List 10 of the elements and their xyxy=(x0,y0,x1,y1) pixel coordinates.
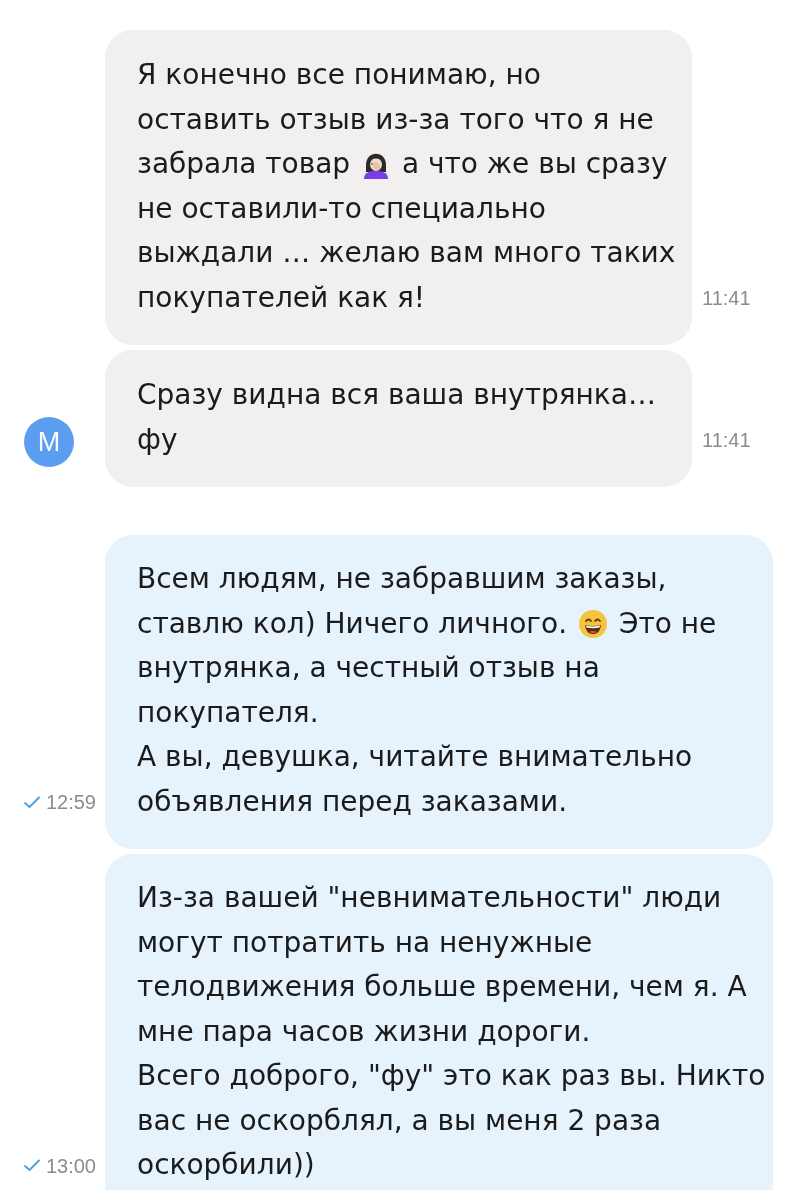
message-time: 11:41 xyxy=(702,428,751,452)
message-text: Я конечно все понимаю, но оставить отзыв из-за того что я не забрала товар а что же вы сразу не оставили-то специально выждали … желаю вам много таких покупателей как я! xyxy=(137,57,677,316)
avatar[interactable]: М xyxy=(24,417,74,467)
message-text: Из-за вашей "невнимательности" люди могут потратить на ненужные телодвижения больше времени, чем я. А мне пара часов жизни дороги. Всего доброго, "фу" это как раз вы. Никто вас не оскорблял, а вы меня 2 раза оскорбили)) xyxy=(137,880,766,1183)
message-text: Всем людям, не забравшим заказы, ставлю кол) Ничего личного. Это не внутрянка, а честный отзыв на покупателя. А вы, девушка, читайте внимательно объявления перед заказами. xyxy=(137,561,718,820)
message-time: 11:41 xyxy=(702,286,751,310)
message-text: Сразу видна вся ваша внутрянка… фу xyxy=(137,377,657,458)
grinning-emoji-icon xyxy=(578,608,608,639)
message-time: 13:00 xyxy=(45,1153,96,1178)
message-time: 12:59 xyxy=(45,790,96,814)
